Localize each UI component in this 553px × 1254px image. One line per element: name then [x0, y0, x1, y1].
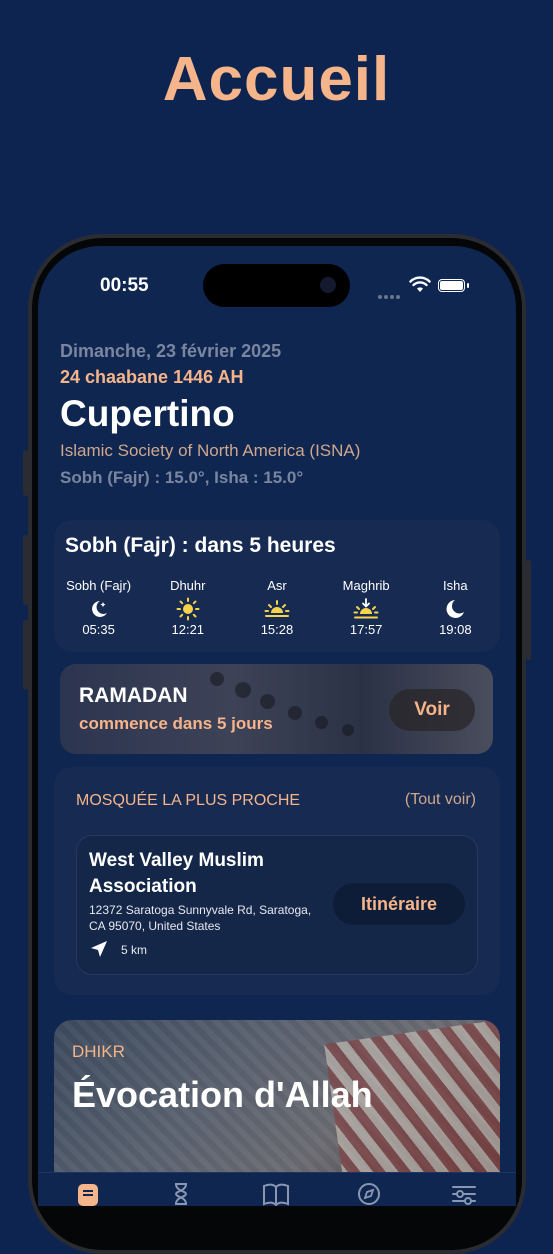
- sunset-icon: [353, 598, 379, 619]
- prayer-time: 12:21: [171, 622, 205, 637]
- prayer-time: 15:28: [260, 622, 294, 637]
- prayer-time: 17:57: [349, 622, 383, 637]
- prayer-item-fajr: Sobh (Fajr) 05:35: [54, 578, 143, 637]
- next-prayer-label: Sobh (Fajr) : dans 5 heures: [65, 534, 336, 557]
- moon-icon: [446, 600, 465, 618]
- gregorian-date: Dimanche, 23 février 2025: [60, 341, 282, 361]
- volume-up-button: [23, 535, 28, 605]
- nearest-mosque-card: MOSQUÉE LA PLUS PROCHE (Tout voir) West …: [54, 767, 500, 995]
- prayer-time: 19:08: [439, 622, 472, 637]
- prayer-list: Sobh (Fajr) 05:35 Dhuhr 12:21 Asr 15:28 …: [54, 578, 500, 637]
- prayer-item-maghrib: Maghrib 17:57: [322, 578, 411, 637]
- ramadan-banner[interactable]: RAMADAN commence dans 5 jours Voir: [60, 664, 493, 754]
- view-ramadan-button[interactable]: Voir: [389, 689, 475, 731]
- prayer-name: Sobh (Fajr): [66, 578, 132, 593]
- prayer-time: 05:35: [82, 622, 115, 637]
- city-name[interactable]: Cupertino: [60, 393, 235, 435]
- prayer-name: Isha: [443, 578, 468, 593]
- ramadan-subtitle: commence dans 5 jours: [79, 714, 273, 733]
- directions-button[interactable]: Itinéraire: [333, 883, 465, 925]
- quran-book-tab-icon[interactable]: [261, 1181, 291, 1206]
- dhikr-title: Évocation d'Allah: [72, 1074, 373, 1115]
- prayer-item-asr: Asr 15:28: [232, 578, 321, 637]
- location-arrow-icon: [91, 941, 107, 957]
- phone-screen: 00:55 Dimanche, 23 février 2025 24 chaab…: [38, 246, 516, 1206]
- ramadan-title: RAMADAN: [79, 684, 188, 707]
- prayer-times-card[interactable]: Sobh (Fajr) : dans 5 heures Sobh (Fajr) …: [54, 520, 500, 652]
- page-title: Accueil: [162, 45, 391, 114]
- dhikr-label: DHIKR: [72, 1042, 125, 1061]
- prayer-name: Dhuhr: [170, 578, 206, 593]
- mosque-name: West Valley Muslim Association: [89, 850, 264, 897]
- see-all-link[interactable]: (Tout voir): [405, 791, 476, 809]
- prayer-name: Maghrib: [342, 578, 390, 593]
- compass-tab-icon[interactable]: [356, 1181, 382, 1206]
- mosque-distance: 5 km: [121, 943, 148, 957]
- mosque-address: 12372 Saratoga Sunnyvale Rd, Saratoga, C…: [89, 903, 312, 933]
- calculation-method: Islamic Society of North America (ISNA): [60, 441, 361, 460]
- prayer-name: Asr: [267, 578, 287, 593]
- power-button: [526, 560, 531, 660]
- moon-star-icon: [91, 601, 107, 617]
- battery-icon: [438, 279, 465, 292]
- sun-horizon-icon: [264, 600, 290, 617]
- signal-icon: [378, 286, 402, 304]
- calculation-angles: Sobh (Fajr) : 15.0°, Isha : 15.0°: [60, 468, 304, 487]
- tab-bar: [38, 1172, 516, 1206]
- wifi-icon: [409, 276, 431, 292]
- sun-icon: [176, 597, 200, 621]
- home-tab-icon[interactable]: [75, 1181, 101, 1206]
- hourglass-tab-icon[interactable]: [168, 1181, 194, 1206]
- prayer-item-isha: Isha 19:08: [411, 578, 500, 637]
- volume-down-button: [23, 620, 28, 690]
- status-time: 00:55: [100, 275, 149, 296]
- settings-sliders-tab-icon[interactable]: [450, 1181, 478, 1206]
- prayer-item-dhuhr: Dhuhr 12:21: [143, 578, 232, 637]
- dynamic-island: [203, 264, 350, 307]
- nearest-mosque-title: MOSQUÉE LA PLUS PROCHE: [76, 792, 301, 809]
- action-button: [23, 450, 28, 496]
- hijri-date: 24 chaabane 1446 AH: [60, 367, 244, 387]
- mosque-item[interactable]: West Valley Muslim Association 12372 Sar…: [76, 835, 478, 975]
